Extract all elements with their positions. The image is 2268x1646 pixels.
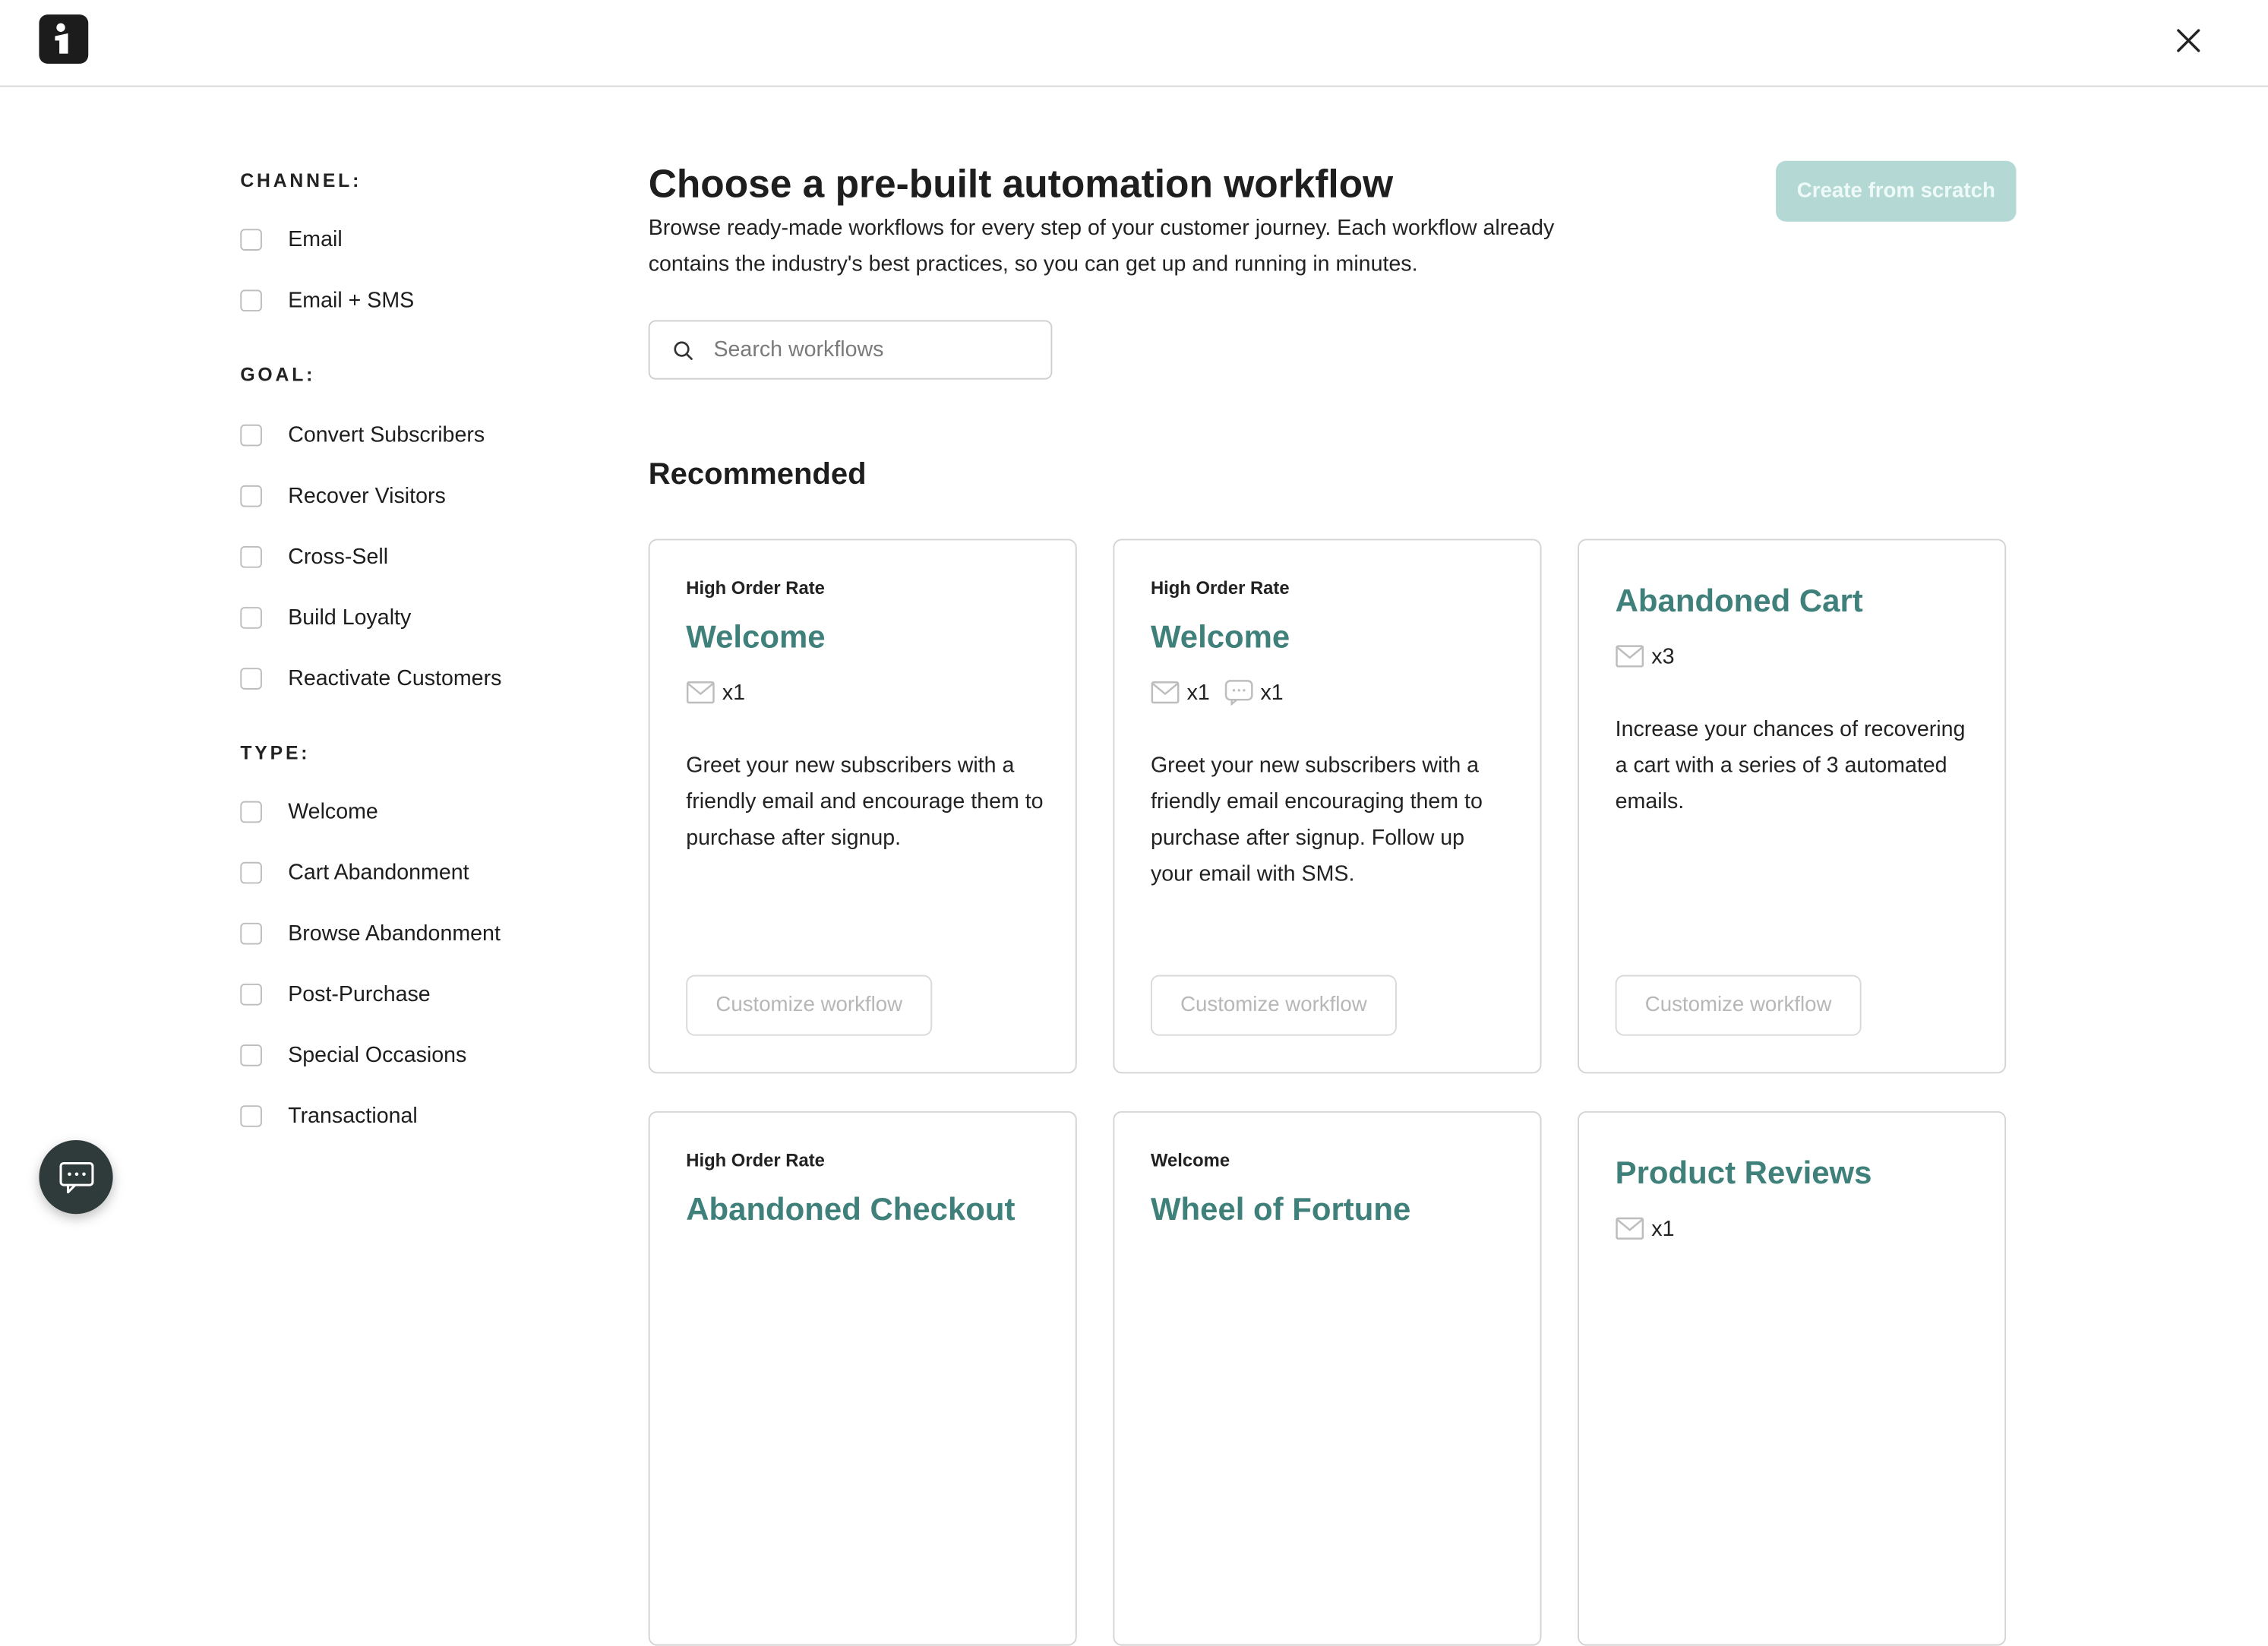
email-count: x1 xyxy=(1186,680,1210,705)
filter-label: Email xyxy=(288,226,343,251)
filter-label: Post-Purchase xyxy=(288,981,431,1006)
filter-type-browse-abandonment[interactable]: Browse Abandonment xyxy=(240,917,501,949)
filter-label: Welcome xyxy=(288,798,378,824)
workflow-card[interactable]: High Order Rate Welcome x1 x1 Greet your… xyxy=(1113,539,1542,1074)
chat-bubble-icon xyxy=(58,1161,93,1193)
email-icon xyxy=(1616,645,1644,668)
type-filter-heading: TYPE: xyxy=(240,741,311,764)
sms-icon xyxy=(1224,680,1253,706)
message-counts: x3 xyxy=(1616,642,1689,671)
checkbox[interactable] xyxy=(240,289,262,311)
chat-launcher-button[interactable] xyxy=(39,1139,113,1215)
section-title-recommended: Recommended xyxy=(648,457,867,491)
page-subtitle: Browse ready-made workflows for every st… xyxy=(648,216,1555,277)
workflow-card[interactable]: Welcome Wheel of Fortune xyxy=(1113,1110,1542,1646)
card-tag: High Order Rate xyxy=(686,1150,825,1171)
filter-type-post-purchase[interactable]: Post-Purchase xyxy=(240,978,431,1009)
search-input[interactable] xyxy=(710,336,1021,364)
card-title: Abandoned Cart xyxy=(1615,582,1863,619)
email-icon xyxy=(1616,1217,1644,1240)
card-description: Greet your new subscribers with a friend… xyxy=(1150,753,1483,887)
filter-label: Cross-Sell xyxy=(288,544,389,569)
card-title: Product Reviews xyxy=(1615,1155,1872,1191)
card-description: Greet your new subscribers with a friend… xyxy=(686,753,1044,851)
workflow-card[interactable]: Product Reviews x1 xyxy=(1578,1110,2007,1646)
filter-type-cart-abandonment[interactable]: Cart Abandonment xyxy=(240,856,469,888)
card-description: Increase your chances of recovering a ca… xyxy=(1615,717,1966,814)
customize-workflow-button[interactable]: Customize workflow xyxy=(686,975,933,1036)
checkbox[interactable] xyxy=(240,484,262,507)
checkbox[interactable] xyxy=(240,1104,262,1126)
message-counts: x1 xyxy=(686,678,760,707)
close-icon[interactable] xyxy=(2171,24,2206,58)
customize-workflow-button[interactable]: Customize workflow xyxy=(1150,975,1397,1036)
sms-count: x1 xyxy=(1260,680,1284,705)
email-icon xyxy=(686,681,715,704)
checkbox[interactable] xyxy=(240,545,262,567)
filter-goal-recover-visitors[interactable]: Recover Visitors xyxy=(240,479,446,511)
checkbox[interactable] xyxy=(240,606,262,628)
filter-label: Recover Visitors xyxy=(288,483,446,508)
filter-label: Browse Abandonment xyxy=(288,921,501,946)
filter-label: Build Loyalty xyxy=(288,605,412,630)
filter-channel-email-sms[interactable]: Email + SMS xyxy=(240,284,414,316)
top-bar xyxy=(0,0,2268,87)
message-counts: x1 x1 xyxy=(1151,678,1298,707)
channel-filter-heading: CHANNEL: xyxy=(240,169,362,191)
checkbox[interactable] xyxy=(240,921,262,944)
filter-label: Email + SMS xyxy=(288,287,415,313)
filter-label: Cart Abandonment xyxy=(288,859,469,885)
card-title: Welcome xyxy=(1150,618,1290,656)
card-title: Wheel of Fortune xyxy=(1150,1190,1411,1227)
brand-logo-icon[interactable] xyxy=(39,14,89,64)
checkbox[interactable] xyxy=(240,228,262,250)
filter-label: Transactional xyxy=(288,1103,418,1128)
filter-type-special-occasions[interactable]: Special Occasions xyxy=(240,1038,466,1070)
filter-label: Reactivate Customers xyxy=(288,665,502,690)
filter-type-transactional[interactable]: Transactional xyxy=(240,1100,418,1132)
card-tag: Welcome xyxy=(1150,1150,1230,1171)
checkbox[interactable] xyxy=(240,667,262,689)
search-icon xyxy=(674,340,693,359)
workflow-card[interactable]: High Order Rate Abandoned Checkout xyxy=(648,1110,1077,1646)
page-title: Choose a pre-built automation workflow xyxy=(648,162,1394,206)
email-count: x1 xyxy=(1651,1216,1675,1241)
card-title: Abandoned Checkout xyxy=(686,1190,1016,1227)
create-from-scratch-button[interactable]: Create from scratch xyxy=(1776,160,2017,222)
search-box xyxy=(648,320,1053,380)
workflow-card[interactable]: High Order Rate Welcome x1 Greet your ne… xyxy=(648,539,1077,1074)
filter-goal-convert-subscribers[interactable]: Convert Subscribers xyxy=(240,419,485,450)
filter-channel-email[interactable]: Email xyxy=(240,223,343,255)
card-tag: High Order Rate xyxy=(686,577,825,599)
card-title: Welcome xyxy=(686,618,826,656)
checkbox[interactable] xyxy=(240,983,262,1005)
checkbox[interactable] xyxy=(240,423,262,446)
checkbox[interactable] xyxy=(240,800,262,823)
customize-workflow-button[interactable]: Customize workflow xyxy=(1615,975,1862,1036)
filter-goal-build-loyalty[interactable]: Build Loyalty xyxy=(240,601,411,633)
filter-goal-cross-sell[interactable]: Cross-Sell xyxy=(240,540,388,572)
workflow-card[interactable]: Abandoned Cart x3 Increase your chances … xyxy=(1578,539,2007,1074)
filter-label: Special Occasions xyxy=(288,1042,467,1067)
card-tag: High Order Rate xyxy=(1150,577,1290,599)
goal-filter-heading: GOAL: xyxy=(240,363,316,386)
email-count: x3 xyxy=(1651,643,1675,669)
email-icon xyxy=(1151,681,1180,704)
checkbox[interactable] xyxy=(240,1044,262,1066)
email-count: x1 xyxy=(722,680,746,705)
filter-type-welcome[interactable]: Welcome xyxy=(240,795,378,827)
checkbox[interactable] xyxy=(240,861,262,883)
filter-goal-reactivate-customers[interactable]: Reactivate Customers xyxy=(240,662,501,694)
message-counts: x1 xyxy=(1616,1214,1689,1243)
filter-label: Convert Subscribers xyxy=(288,422,485,447)
